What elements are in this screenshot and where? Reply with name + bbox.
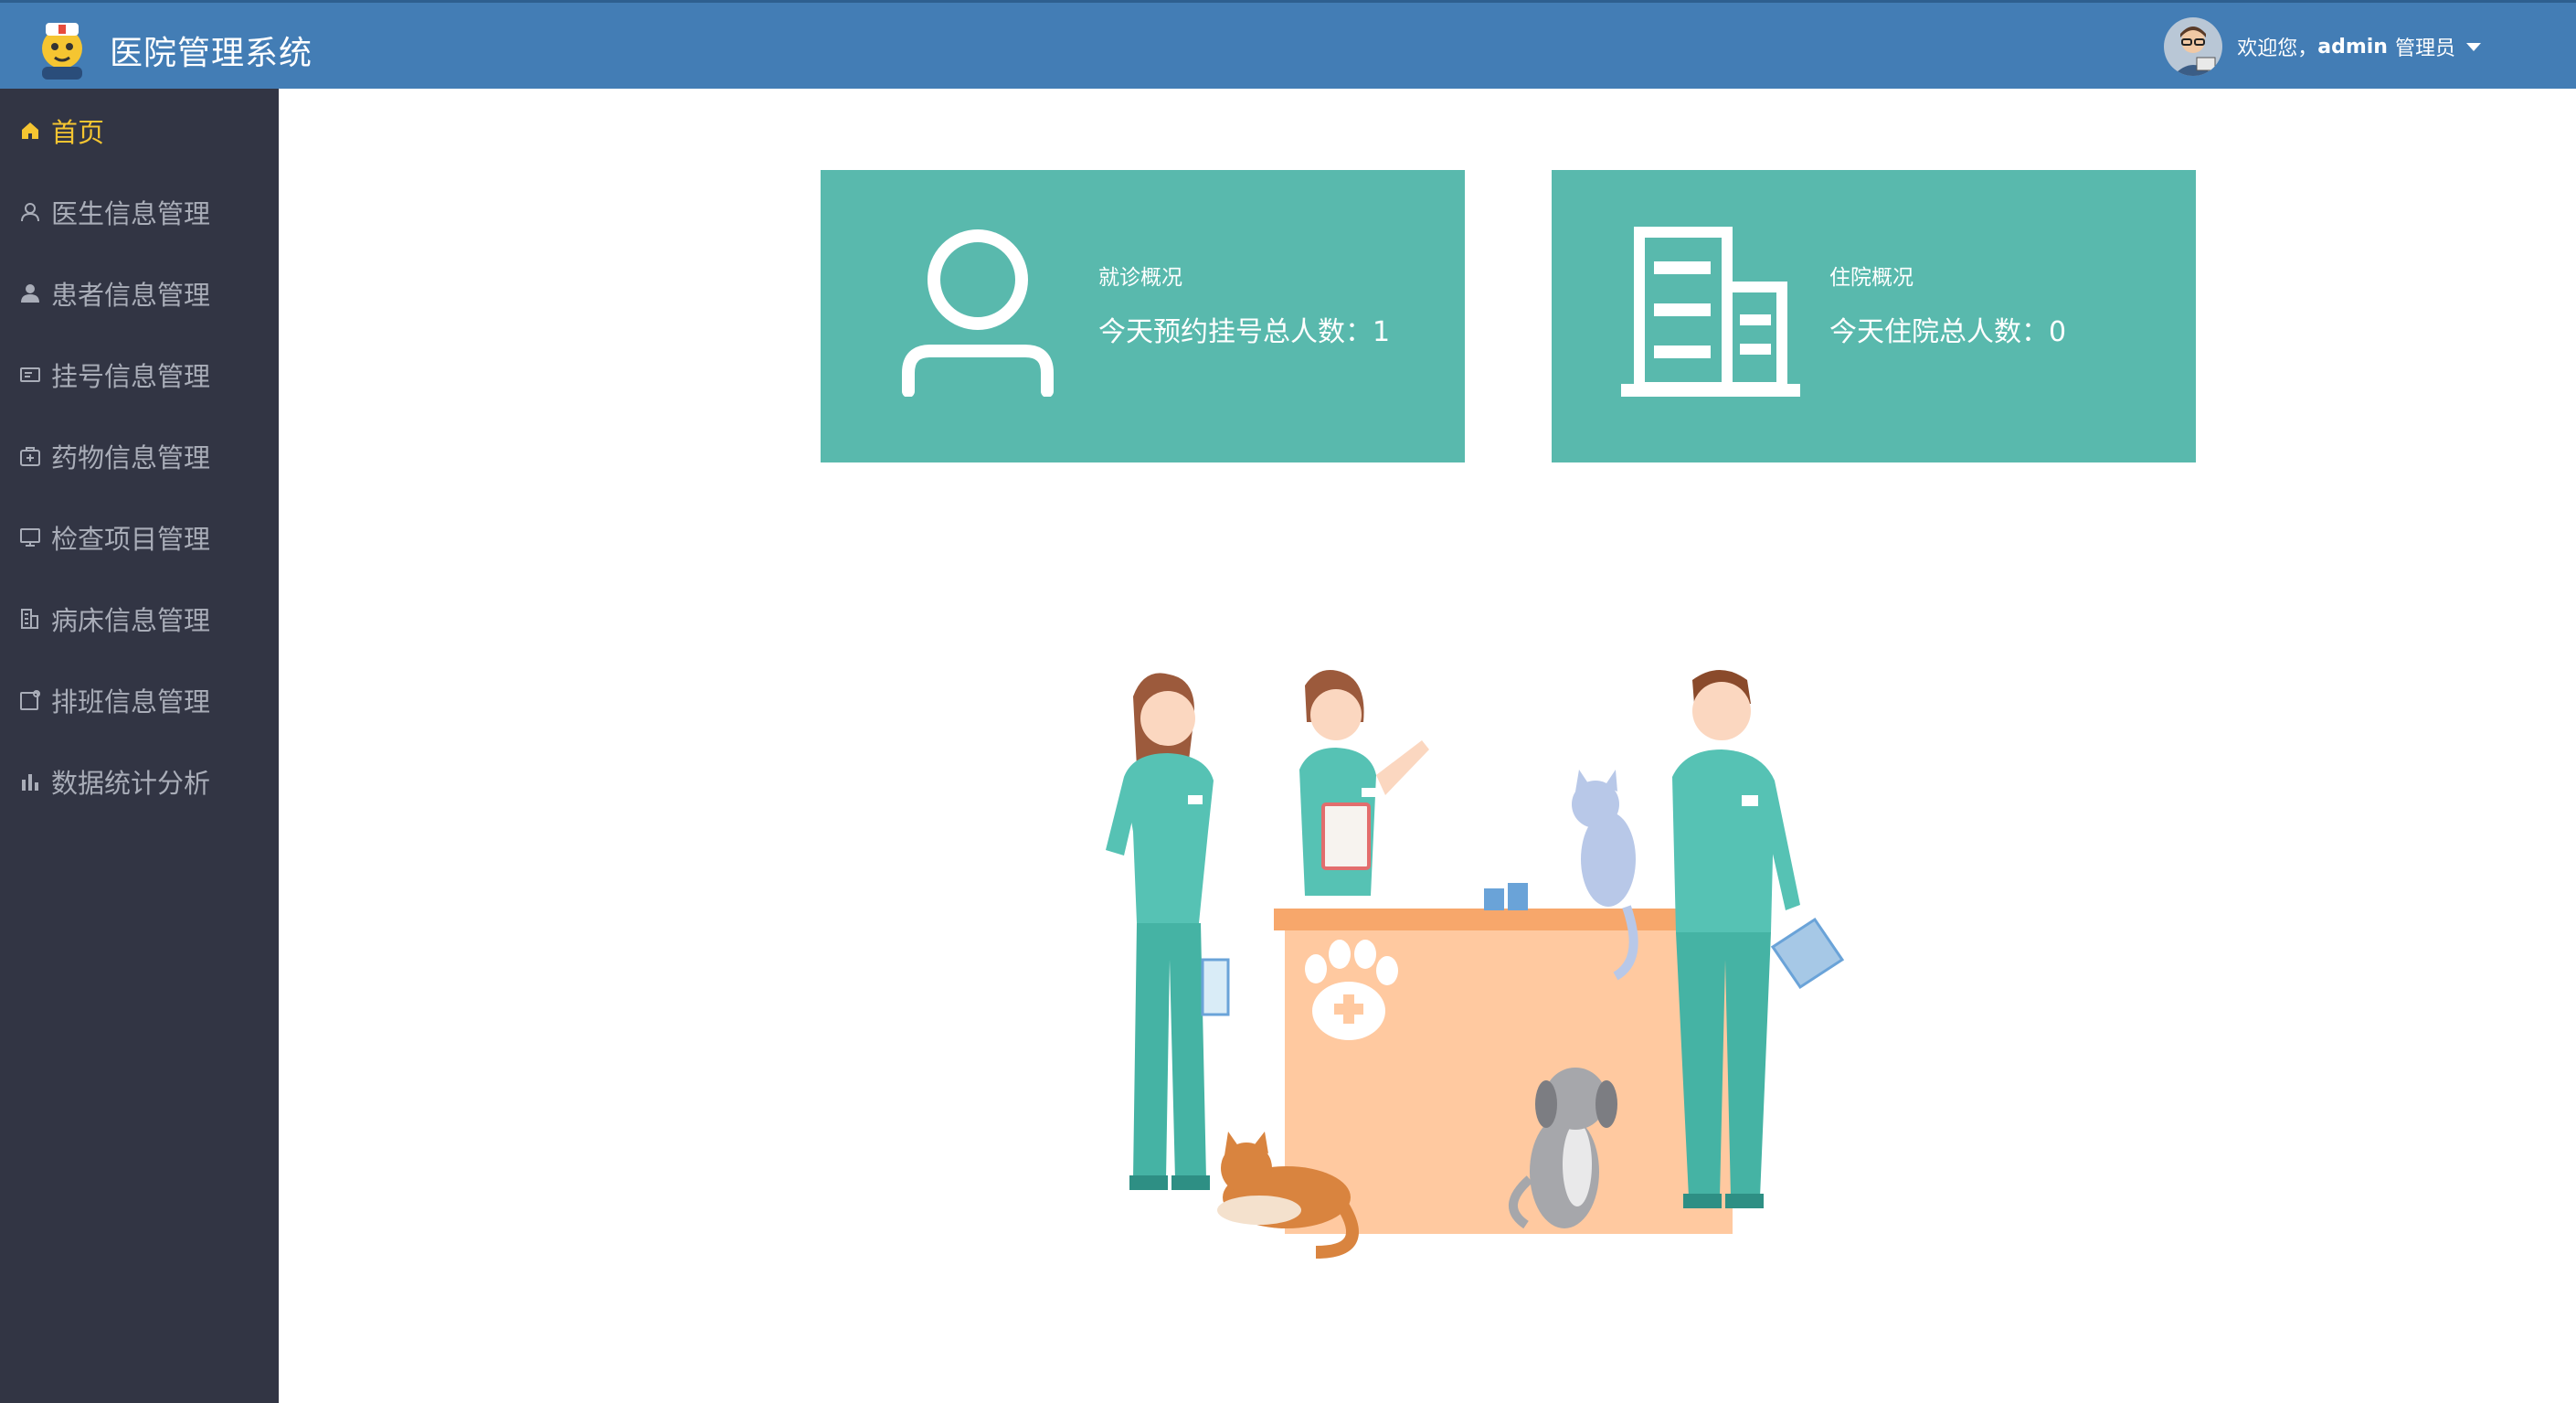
sidebar-item-label: 医生信息管理 [51,198,211,229]
sidebar-item-label: 挂号信息管理 [51,361,211,392]
building-icon [1621,227,1800,397]
user-outline-icon [18,200,42,224]
sidebar-item-doctor[interactable]: 医生信息管理 [0,178,279,246]
visit-overview-card: 就诊概况 今天预约挂号总人数：1 [821,170,1465,462]
sidebar-item-label: 首页 [51,117,105,148]
app-logo [22,10,102,85]
sidebar-item-statistics[interactable]: 数据统计分析 [0,748,279,815]
hospitalization-overview-card: 住院概况 今天住院总人数：0 [1552,170,2196,462]
avatar[interactable] [2164,17,2223,76]
card-value: 今天住院总人数：0 [1829,316,2067,348]
monitor-icon [18,526,42,549]
id-card-icon [18,363,42,387]
sidebar-item-schedule[interactable]: 排班信息管理 [0,666,279,734]
sidebar-item-home[interactable]: 首页 [0,97,279,165]
medicine-box-icon [18,444,42,468]
counter [1285,923,1733,1234]
app-title: 医院管理系统 [110,35,313,72]
user-outline-icon [901,227,1055,398]
building-icon [18,607,42,631]
card-title: 住院概况 [1829,266,1913,290]
sidebar-item-medicine[interactable]: 药物信息管理 [0,422,279,490]
bar-chart-icon [18,770,42,793]
nurse-left [1106,673,1230,1190]
vet-clinic-illustration [1097,667,1901,1270]
user-solid-icon [18,282,42,305]
welcome-prefix: 欢迎您， [2237,37,2318,60]
sidebar-item-examination[interactable]: 检查项目管理 [0,504,279,571]
sidebar-item-bed[interactable]: 病床信息管理 [0,585,279,653]
sidebar-item-patient[interactable]: 患者信息管理 [0,260,279,327]
caret-down-icon[interactable] [2466,42,2481,51]
calendar-icon [18,688,42,712]
sidebar-item-label: 患者信息管理 [51,280,211,311]
home-icon [18,119,42,143]
sidebar-item-registration[interactable]: 挂号信息管理 [0,341,279,409]
sidebar-item-label: 排班信息管理 [51,686,211,717]
sidebar-item-label: 药物信息管理 [51,442,211,473]
sidebar-item-label: 检查项目管理 [51,524,211,555]
sidebar-item-label: 病床信息管理 [51,605,211,636]
sidebar: 首页 医生信息管理 患者信息管理 挂号信息管理 药物信息管理 检查项目管理 病床… [0,89,279,1403]
doctor-right [1672,670,1845,1208]
username: admin [2317,35,2388,58]
card-title: 就诊概况 [1098,266,1182,290]
card-value: 今天预约挂号总人数：1 [1098,316,1391,348]
sidebar-item-label: 数据统计分析 [51,768,211,799]
nurse-middle [1299,670,1429,896]
top-header: 医院管理系统 欢迎您， admin 管理员 [0,0,2576,89]
user-role: 管理员 [2394,37,2455,60]
user-menu[interactable]: 欢迎您， admin 管理员 [2164,17,2481,76]
